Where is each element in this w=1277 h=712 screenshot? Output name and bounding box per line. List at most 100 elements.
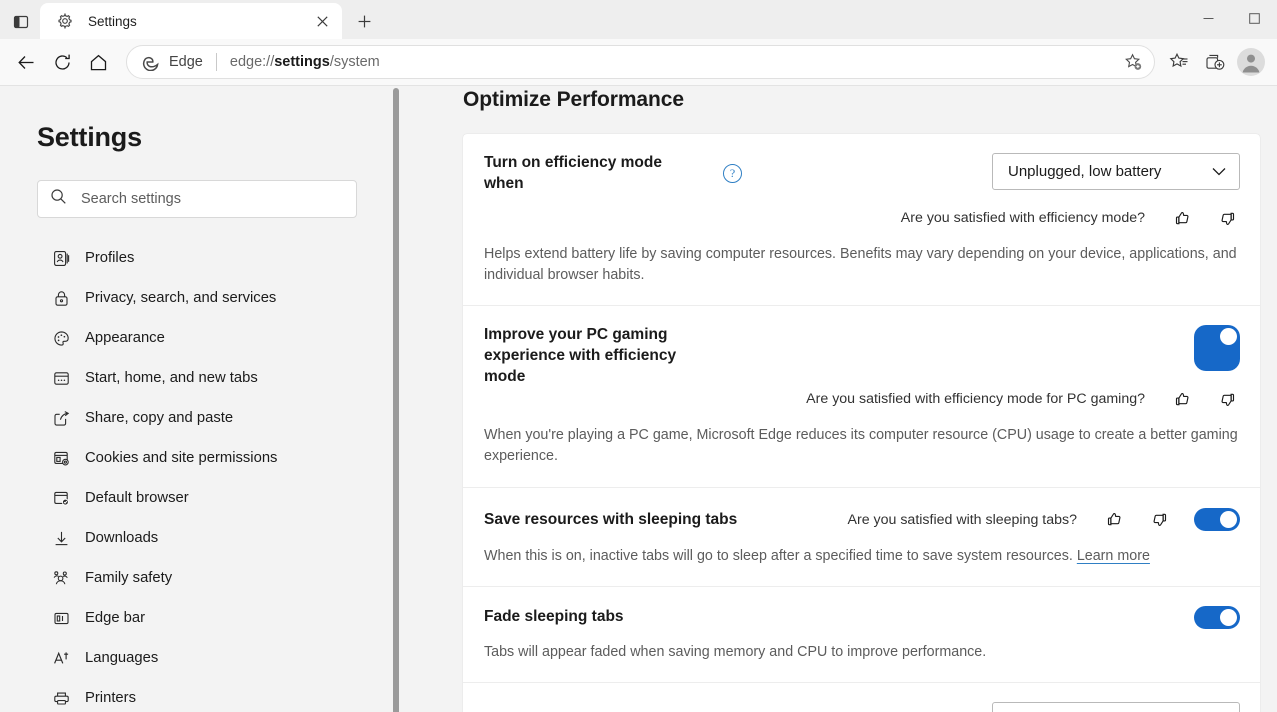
sidebar-item-printers[interactable]: Printers [0,678,395,712]
edge-bar-icon [50,610,72,627]
learn-more-link[interactable]: Learn more [1077,548,1150,564]
sidebar-item-downloads[interactable]: Downloads [0,518,395,558]
sleeping-tabs-description: When this is on, inactive tabs will go t… [484,546,1229,567]
sidebar-item-label: Downloads [85,530,158,546]
sleeping-tabs-row: Save resources with sleeping tabs Are yo… [463,488,1260,587]
omnibox-divider [216,53,217,71]
inactive-tabs-timer-row: Put inactive tabs to sleep after the spe… [463,683,1260,712]
efficiency-mode-select-value: Unplugged, low battery [1008,163,1198,180]
omnibox-brand-label: Edge [169,54,203,70]
sidebar-item-family-safety[interactable]: Family safety [0,558,395,598]
pc-gaming-feedback-question: Are you satisfied with efficiency mode f… [806,391,1145,407]
sidebar-item-label: Privacy, search, and services [85,290,276,306]
sidebar-item-label: Languages [85,650,158,666]
efficiency-feedback-question: Are you satisfied with efficiency mode? [901,210,1145,226]
efficiency-mode-select[interactable]: Unplugged, low battery [992,153,1240,190]
search-input[interactable] [81,191,344,207]
edge-logo-icon [141,52,161,72]
pc-gaming-title: Improve your PC gaming experience with e… [484,325,699,387]
share-icon [50,410,72,427]
cookies-settings-icon [50,450,72,467]
efficiency-mode-feedback: Are you satisfied with efficiency mode? [901,205,1240,231]
settings-nav-list: Profiles Privacy, search, and services [0,238,395,712]
sidebar-item-label: Cookies and site permissions [85,450,277,466]
efficiency-mode-description: Helps extend battery life by saving comp… [484,244,1240,286]
download-arrow-icon [50,530,72,547]
sidebar-item-privacy[interactable]: Privacy, search, and services [0,278,395,318]
sidebar-item-languages[interactable]: Languages [0,638,395,678]
efficiency-mode-row: Turn on efficiency mode when ? Unplugged… [463,134,1260,306]
tab-title: Settings [88,14,310,29]
inactive-tabs-timer-select[interactable]: 15 minutes of inactivity [992,702,1240,712]
sleeping-tabs-toggle[interactable] [1194,508,1240,531]
browser-tab-settings[interactable]: Settings [40,3,342,39]
sleeping-tabs-title: Save resources with sleeping tabs [484,511,737,529]
fade-sleeping-tabs-title: Fade sleeping tabs [484,608,624,626]
browser-toolbar: Edge edge://settings/system [0,39,1277,86]
profile-avatar-icon[interactable] [1233,44,1269,80]
sleeping-tabs-description-text: When this is on, inactive tabs will go t… [484,548,1073,564]
pc-gaming-toggle[interactable] [1194,325,1240,371]
url-host: settings [274,54,330,70]
printer-icon [50,690,72,707]
languages-icon [50,650,72,667]
sidebar-item-share-copy-paste[interactable]: Share, copy and paste [0,398,395,438]
tab-strip: Settings [0,0,1277,39]
settings-content: Optimize Performance Turn on efficiency … [395,86,1277,712]
settings-page: Settings [0,86,1277,712]
tab-search-icon[interactable] [2,6,40,38]
url-path: /system [330,54,380,70]
sidebar-item-label: Family safety [85,570,172,586]
close-icon[interactable] [310,9,334,33]
sidebar-item-label: Share, copy and paste [85,410,233,426]
sidebar-item-label: Appearance [85,330,165,346]
sidebar-item-appearance[interactable]: Appearance [0,318,395,358]
pc-gaming-description: When you're playing a PC game, Microsoft… [484,425,1240,467]
address-bar[interactable]: Edge edge://settings/system [126,45,1155,79]
refresh-icon[interactable] [44,44,80,80]
family-people-icon [50,569,72,587]
sidebar-item-cookies[interactable]: Cookies and site permissions [0,438,395,478]
collections-icon[interactable] [1197,44,1233,80]
sidebar-item-label: Edge bar [85,610,145,626]
url-prefix: edge:// [230,54,274,70]
gear-icon [56,12,74,30]
window-icon [50,370,72,387]
toggle-knob [1220,328,1237,345]
minimize-button[interactable] [1185,0,1231,36]
sidebar-item-profiles[interactable]: Profiles [0,238,395,278]
sidebar-item-start-home[interactable]: Start, home, and new tabs [0,358,395,398]
new-tab-button[interactable] [346,5,382,37]
thumbs-down-icon[interactable] [1146,507,1172,533]
performance-settings-card: Turn on efficiency mode when ? Unplugged… [463,134,1260,712]
sidebar-item-label: Printers [85,690,136,706]
thumbs-up-icon[interactable] [1169,386,1195,412]
thumbs-up-icon[interactable] [1101,507,1127,533]
settings-sidebar: Settings [0,86,395,712]
help-question-icon[interactable]: ? [723,164,742,183]
search-settings-box[interactable] [37,180,357,218]
add-favorite-star-icon[interactable] [1118,47,1148,77]
pc-gaming-efficiency-row: Improve your PC gaming experience with e… [463,306,1260,487]
omnibox-url[interactable]: edge://settings/system [230,54,1118,70]
fade-sleeping-tabs-description: Tabs will appear faded when saving memor… [484,642,1229,663]
sidebar-item-edge-bar[interactable]: Edge bar [0,598,395,638]
thumbs-down-icon[interactable] [1214,205,1240,231]
efficiency-mode-title: Turn on efficiency mode when [484,153,699,194]
maximize-button[interactable] [1231,0,1277,36]
page-title: Settings [37,122,395,153]
section-heading: Optimize Performance [463,88,1260,112]
palette-icon [50,330,72,347]
fade-sleeping-tabs-toggle[interactable] [1194,606,1240,629]
home-icon[interactable] [80,44,116,80]
favorites-star-list-icon[interactable] [1161,44,1197,80]
thumbs-up-icon[interactable] [1169,205,1195,231]
window-controls [1185,0,1277,36]
default-browser-check-icon [50,490,72,507]
sleeping-tabs-feedback-question: Are you satisfied with sleeping tabs? [848,512,1078,528]
back-icon[interactable] [8,44,44,80]
sidebar-item-label: Profiles [85,250,134,266]
sidebar-item-default-browser[interactable]: Default browser [0,478,395,518]
thumbs-down-icon[interactable] [1214,386,1240,412]
sidebar-item-label: Start, home, and new tabs [85,370,258,386]
